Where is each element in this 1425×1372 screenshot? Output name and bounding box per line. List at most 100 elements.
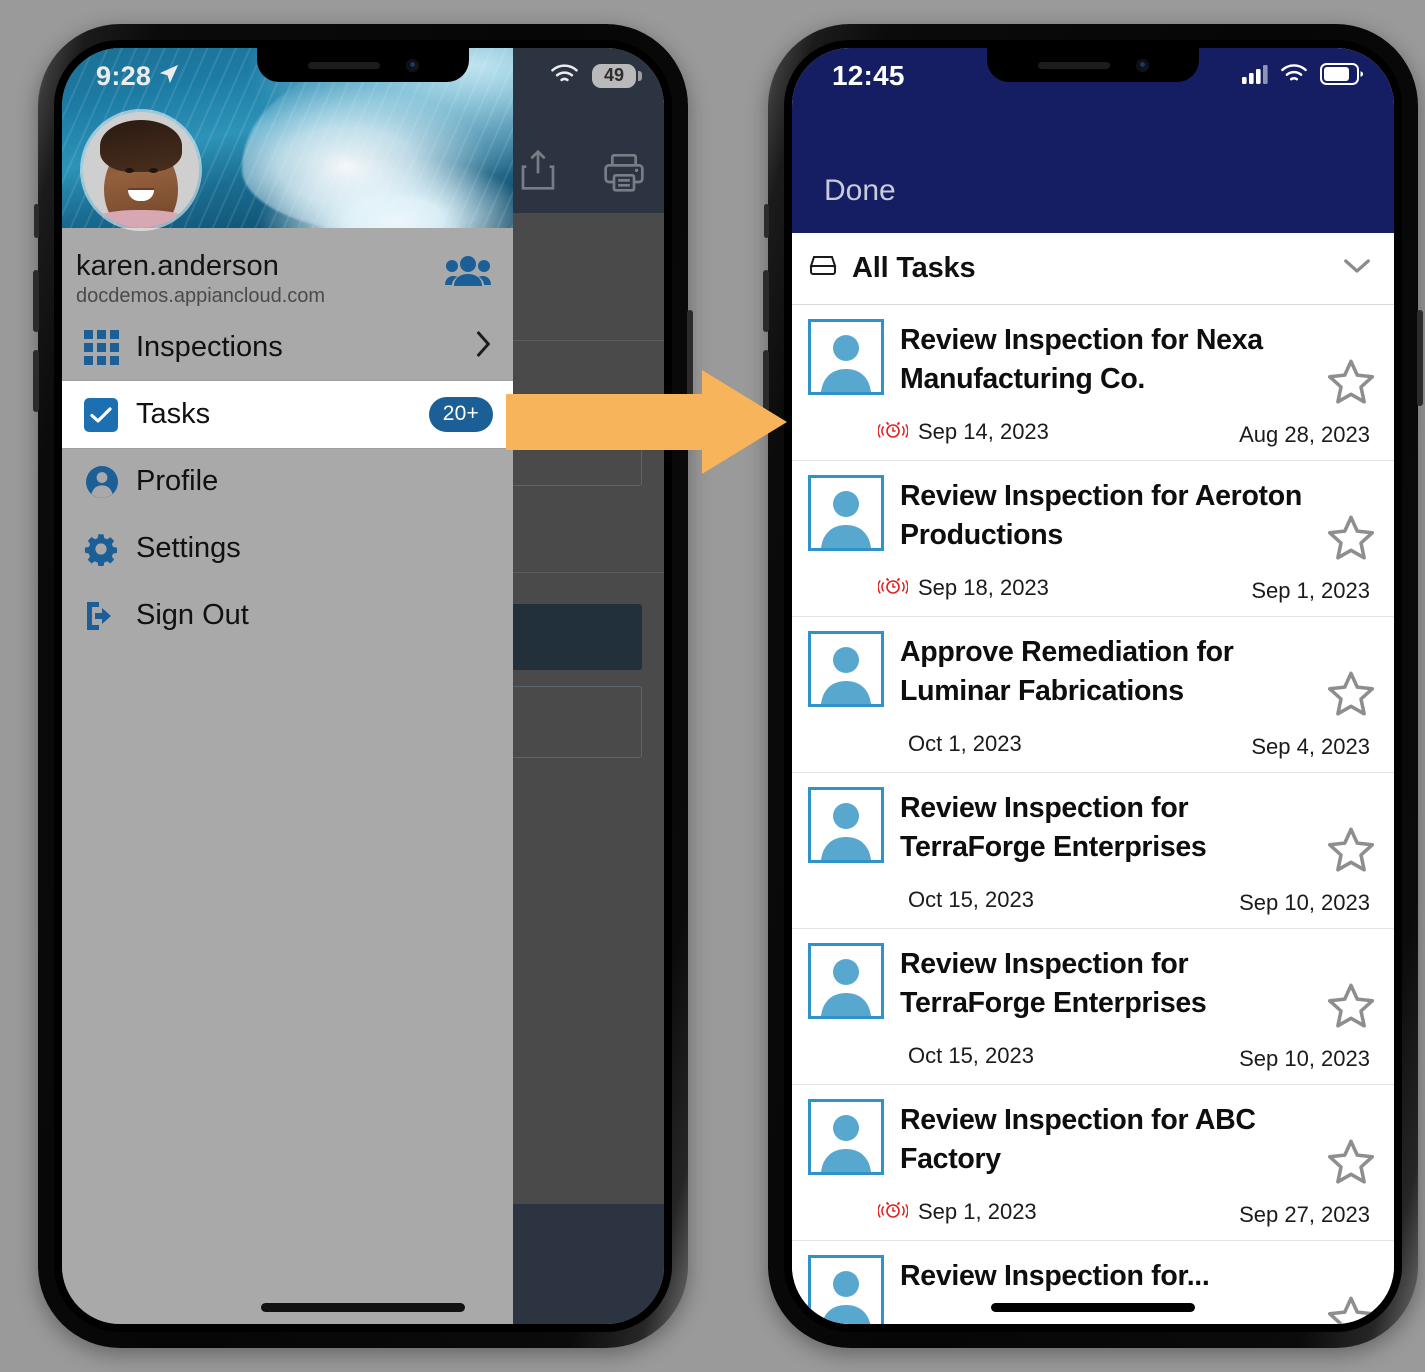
gear-icon: [84, 532, 136, 566]
left-phone-frame: tio... 9:28: [33, 24, 693, 1348]
sidebar-item-settings[interactable]: Settings: [62, 515, 513, 582]
wifi-icon: [1280, 63, 1308, 89]
people-icon[interactable]: [445, 254, 491, 293]
sidebar-item-label: Settings: [136, 532, 241, 564]
task-due: Oct 15, 2023: [808, 1043, 1306, 1069]
task-due-date: Oct 15, 2023: [908, 887, 1034, 913]
sign-out-icon: [84, 600, 136, 632]
avatar: [83, 112, 199, 228]
chevron-down-icon[interactable]: [1342, 256, 1372, 281]
task-title: Review Inspection for TerraForge Enterpr…: [900, 948, 1207, 1019]
mute-switch[interactable]: [34, 204, 39, 238]
checkbox-checked-icon: [84, 397, 136, 432]
right-phone-notch: [987, 48, 1199, 82]
power-button[interactable]: [1417, 310, 1423, 406]
task-due: Sep 18, 2023: [808, 574, 1306, 603]
task-row[interactable]: Review Inspection for Nexa Manufacturing…: [792, 305, 1394, 461]
sidebar-item-label: Sign Out: [136, 599, 249, 631]
home-indicator[interactable]: [991, 1303, 1195, 1312]
task-row[interactable]: Review Inspection for TerraForge Enterpr…: [792, 773, 1394, 929]
task-due-date: Oct 1, 2023: [908, 731, 1022, 757]
task-filter-label: All Tasks: [852, 252, 976, 284]
star-outline-icon[interactable]: [1326, 1138, 1376, 1191]
task-title: Review Inspection for TerraForge Enterpr…: [900, 792, 1207, 863]
done-button[interactable]: Done: [824, 174, 896, 208]
side-menu-panel: karen.anderson docdemos.appiancloud.com: [62, 228, 513, 1324]
inbox-tray-icon: [808, 253, 838, 284]
sidebar-item-label: Tasks: [136, 398, 211, 430]
task-avatar-icon: [808, 631, 900, 707]
front-camera: [1135, 58, 1149, 72]
task-row[interactable]: Review Inspection for Aeroton Production…: [792, 461, 1394, 617]
earpiece-speaker: [1037, 61, 1110, 69]
left-phone-bezel: tio... 9:28: [54, 40, 672, 1332]
tenant-host: docdemos.appiancloud.com: [76, 285, 326, 307]
star-outline-icon[interactable]: [1326, 514, 1376, 567]
grid-apps-icon: [84, 330, 136, 365]
task-due: Sep 1, 2023: [808, 1198, 1306, 1227]
screenshot-stage: tio... 9:28: [0, 0, 1425, 1372]
task-assigned-date: Sep 27, 2023: [1239, 1202, 1370, 1227]
mute-switch[interactable]: [764, 204, 769, 238]
left-status-time: 9:28: [96, 60, 152, 91]
task-filter-row[interactable]: All Tasks: [792, 233, 1394, 305]
task-title: Approve Remediation for Luminar Fabricat…: [900, 636, 1234, 707]
location-arrow-icon: [158, 61, 180, 92]
task-avatar-icon: [808, 1099, 900, 1175]
task-avatar-icon: [808, 787, 900, 863]
user-info: karen.anderson docdemos.appiancloud.com: [62, 228, 513, 314]
task-row[interactable]: Review Inspection for ABC Factory Sep 1, …: [792, 1085, 1394, 1241]
sidebar-item-inspections[interactable]: Inspections: [62, 314, 513, 381]
star-outline-icon[interactable]: [1326, 1295, 1376, 1324]
right-phone-screen: 12:45 Done All Tasks Review Inspection f…: [792, 48, 1394, 1324]
task-avatar-icon: [808, 943, 900, 1019]
task-avatar-icon: [808, 319, 900, 395]
task-list-body: All Tasks Review Inspection for Nexa Man…: [792, 233, 1394, 1324]
star-outline-icon[interactable]: [1326, 670, 1376, 723]
task-title: Review Inspection for...: [900, 1260, 1210, 1292]
task-row[interactable]: Review Inspection for TerraForge Enterpr…: [792, 929, 1394, 1085]
task-due-date: Sep 1, 2023: [918, 1199, 1037, 1225]
task-due-date: Sep 14, 2023: [918, 419, 1049, 445]
star-outline-icon[interactable]: [1326, 358, 1376, 411]
share-icon[interactable]: [518, 148, 558, 197]
sidebar-item-profile[interactable]: Profile: [62, 448, 513, 515]
task-list: Review Inspection for Nexa Manufacturing…: [792, 305, 1394, 1324]
task-count-badge: 20+: [428, 397, 493, 432]
sidebar-item-sign-out[interactable]: Sign Out: [62, 582, 513, 649]
task-assigned-date: Aug 28, 2023: [1239, 422, 1370, 447]
right-status-time: 12:45: [832, 60, 905, 91]
cellular-bars-icon: [1242, 64, 1268, 89]
wifi-icon: [550, 63, 579, 90]
volume-down-button[interactable]: [33, 350, 39, 412]
alarm-overdue-icon: [877, 418, 909, 447]
sidebar-item-label: Inspections: [136, 331, 283, 363]
volume-up-button[interactable]: [763, 270, 769, 332]
star-outline-icon[interactable]: [1326, 982, 1376, 1035]
sidebar-item-label: Profile: [136, 465, 219, 497]
task-avatar-icon: [808, 1255, 900, 1324]
earpiece-speaker: [307, 61, 380, 69]
task-row[interactable]: Approve Remediation for Luminar Fabricat…: [792, 617, 1394, 773]
task-title: Review Inspection for Aeroton Production…: [900, 480, 1302, 551]
task-title: Review Inspection for Nexa Manufacturing…: [900, 324, 1263, 395]
task-assigned-date: Sep 10, 2023: [1239, 1046, 1370, 1071]
task-due-date: Sep 18, 2023: [918, 575, 1049, 601]
task-due: Sep 14, 2023: [808, 418, 1306, 447]
star-outline-icon[interactable]: [1326, 826, 1376, 879]
task-avatar-icon: [808, 475, 900, 551]
sidebar-item-tasks[interactable]: Tasks 20+: [62, 381, 513, 448]
printer-icon[interactable]: [602, 152, 646, 197]
right-phone-frame: 12:45 Done All Tasks Review Inspection f…: [763, 24, 1423, 1348]
chevron-right-icon: [473, 328, 493, 367]
front-camera: [405, 58, 419, 72]
flow-arrow-right-icon: [506, 368, 788, 481]
volume-up-button[interactable]: [33, 270, 39, 332]
home-indicator[interactable]: [261, 1303, 465, 1312]
task-due-date: Oct 15, 2023: [908, 1043, 1034, 1069]
task-assigned-date: Sep 4, 2023: [1251, 734, 1370, 759]
person-circle-icon: [84, 464, 136, 500]
left-phone-notch: [257, 48, 469, 82]
task-title: Review Inspection for ABC Factory: [900, 1104, 1256, 1175]
username: karen.anderson: [76, 250, 279, 282]
